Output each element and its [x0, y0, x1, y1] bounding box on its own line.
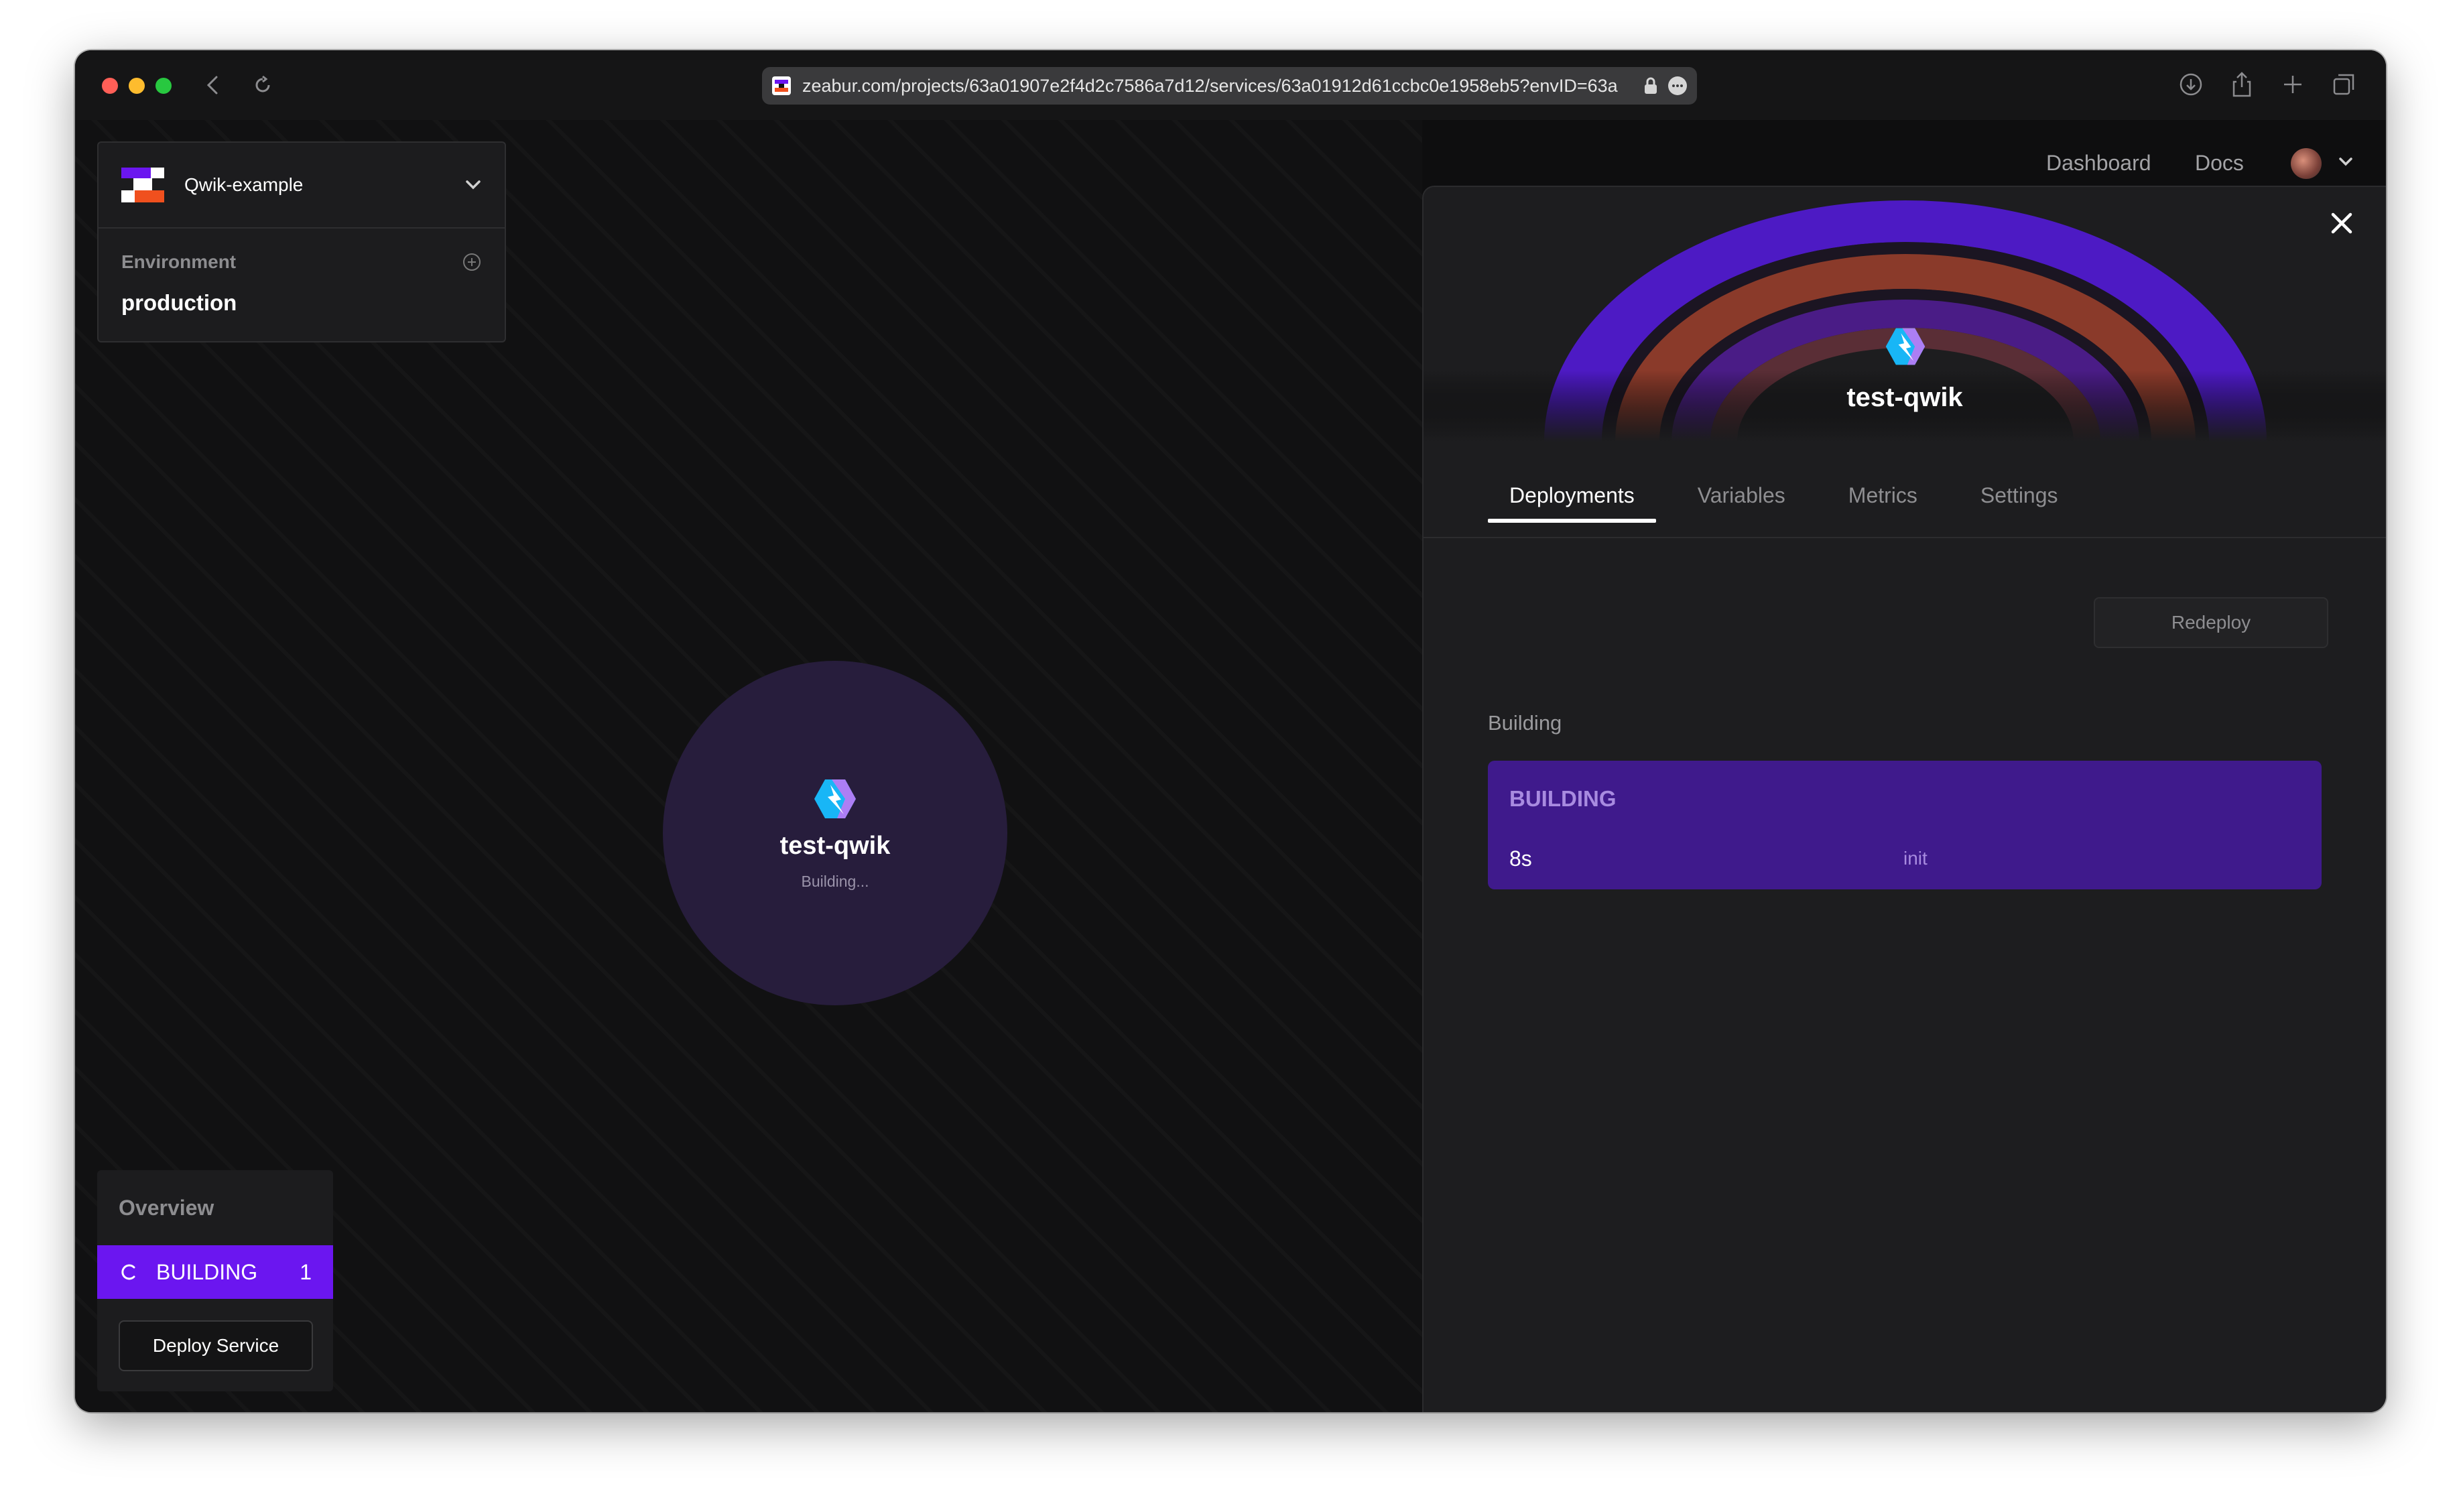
service-node-name: test-qwik	[779, 832, 891, 860]
service-detail-panel: test-qwik Deployments Variables Metrics …	[1422, 186, 2386, 1412]
overview-status-label: BUILDING	[156, 1259, 258, 1284]
panel-tabs: Deployments Variables Metrics Settings	[1488, 483, 2080, 523]
overview-panel: Overview BUILDING 1 Deploy Service	[97, 1170, 333, 1391]
address-bar[interactable]: zeabur.com/projects/63a01907e2f4d2c7586a…	[762, 67, 1697, 105]
qwik-logo-icon	[814, 779, 856, 818]
tab-metrics[interactable]: Metrics	[1827, 483, 1939, 523]
dashboard-link[interactable]: Dashboard	[2046, 151, 2151, 176]
overview-title: Overview	[119, 1196, 214, 1220]
service-node[interactable]: test-qwik Building...	[663, 661, 1007, 1005]
tab-divider	[1424, 537, 2386, 538]
new-tab-icon[interactable]	[2277, 69, 2308, 100]
account-chevron-down-icon[interactable]	[2338, 156, 2354, 168]
url-text: zeabur.com/projects/63a01907e2f4d2c7586a…	[802, 75, 1618, 96]
loading-spinner-icon	[119, 1262, 139, 1282]
zeabur-favicon-icon	[772, 76, 791, 95]
service-node-status: Building...	[801, 873, 869, 890]
overview-status-count: 1	[300, 1259, 312, 1284]
minimize-window-button[interactable]	[129, 78, 145, 94]
project-selector[interactable]: Qwik-example	[99, 143, 505, 229]
tab-settings[interactable]: Settings	[1959, 483, 2080, 523]
qwik-service-icon	[1885, 328, 1926, 365]
overview-building-row[interactable]: BUILDING 1	[97, 1245, 333, 1299]
lock-icon	[1643, 76, 1658, 95]
deployment-stage: init	[1903, 848, 1928, 869]
docs-link[interactable]: Docs	[2195, 151, 2244, 176]
share-icon[interactable]	[2226, 69, 2257, 100]
building-section-label: Building	[1488, 711, 1562, 735]
tab-overview-icon[interactable]	[2328, 69, 2359, 100]
chevron-down-icon[interactable]	[464, 179, 482, 191]
environment-value[interactable]: production	[99, 273, 505, 316]
deployment-card[interactable]: BUILDING 8s init	[1488, 761, 2322, 889]
browser-window: zeabur.com/projects/63a01907e2f4d2c7586a…	[75, 50, 2386, 1412]
redeploy-button[interactable]: Redeploy	[2094, 597, 2328, 648]
tab-deployments[interactable]: Deployments	[1488, 483, 1656, 523]
maximize-window-button[interactable]	[155, 78, 172, 94]
panel-service-name: test-qwik	[1846, 383, 1963, 412]
close-window-button[interactable]	[102, 78, 118, 94]
environment-row: Environment	[99, 229, 505, 273]
back-icon[interactable]	[198, 70, 228, 100]
project-name: Qwik-example	[184, 174, 304, 195]
environment-label: Environment	[121, 251, 237, 272]
reload-icon[interactable]	[248, 70, 277, 100]
avatar[interactable]	[2291, 148, 2322, 179]
deployment-status: BUILDING	[1509, 786, 1617, 811]
download-icon[interactable]	[2175, 69, 2206, 100]
browser-titlebar: zeabur.com/projects/63a01907e2f4d2c7586a…	[75, 50, 2386, 120]
deploy-service-button[interactable]: Deploy Service	[119, 1320, 313, 1371]
zeabur-logo-icon	[121, 168, 164, 202]
service-canvas[interactable]: Qwik-example Environment production test…	[75, 120, 1422, 1412]
window-controls	[102, 78, 172, 94]
add-environment-icon[interactable]	[462, 252, 482, 272]
browser-toolbar-right	[2175, 69, 2359, 100]
project-card: Qwik-example Environment production	[97, 141, 506, 342]
tab-variables[interactable]: Variables	[1676, 483, 1807, 523]
more-options-icon[interactable]	[1667, 76, 1688, 96]
deployment-duration: 8s	[1509, 846, 1532, 871]
